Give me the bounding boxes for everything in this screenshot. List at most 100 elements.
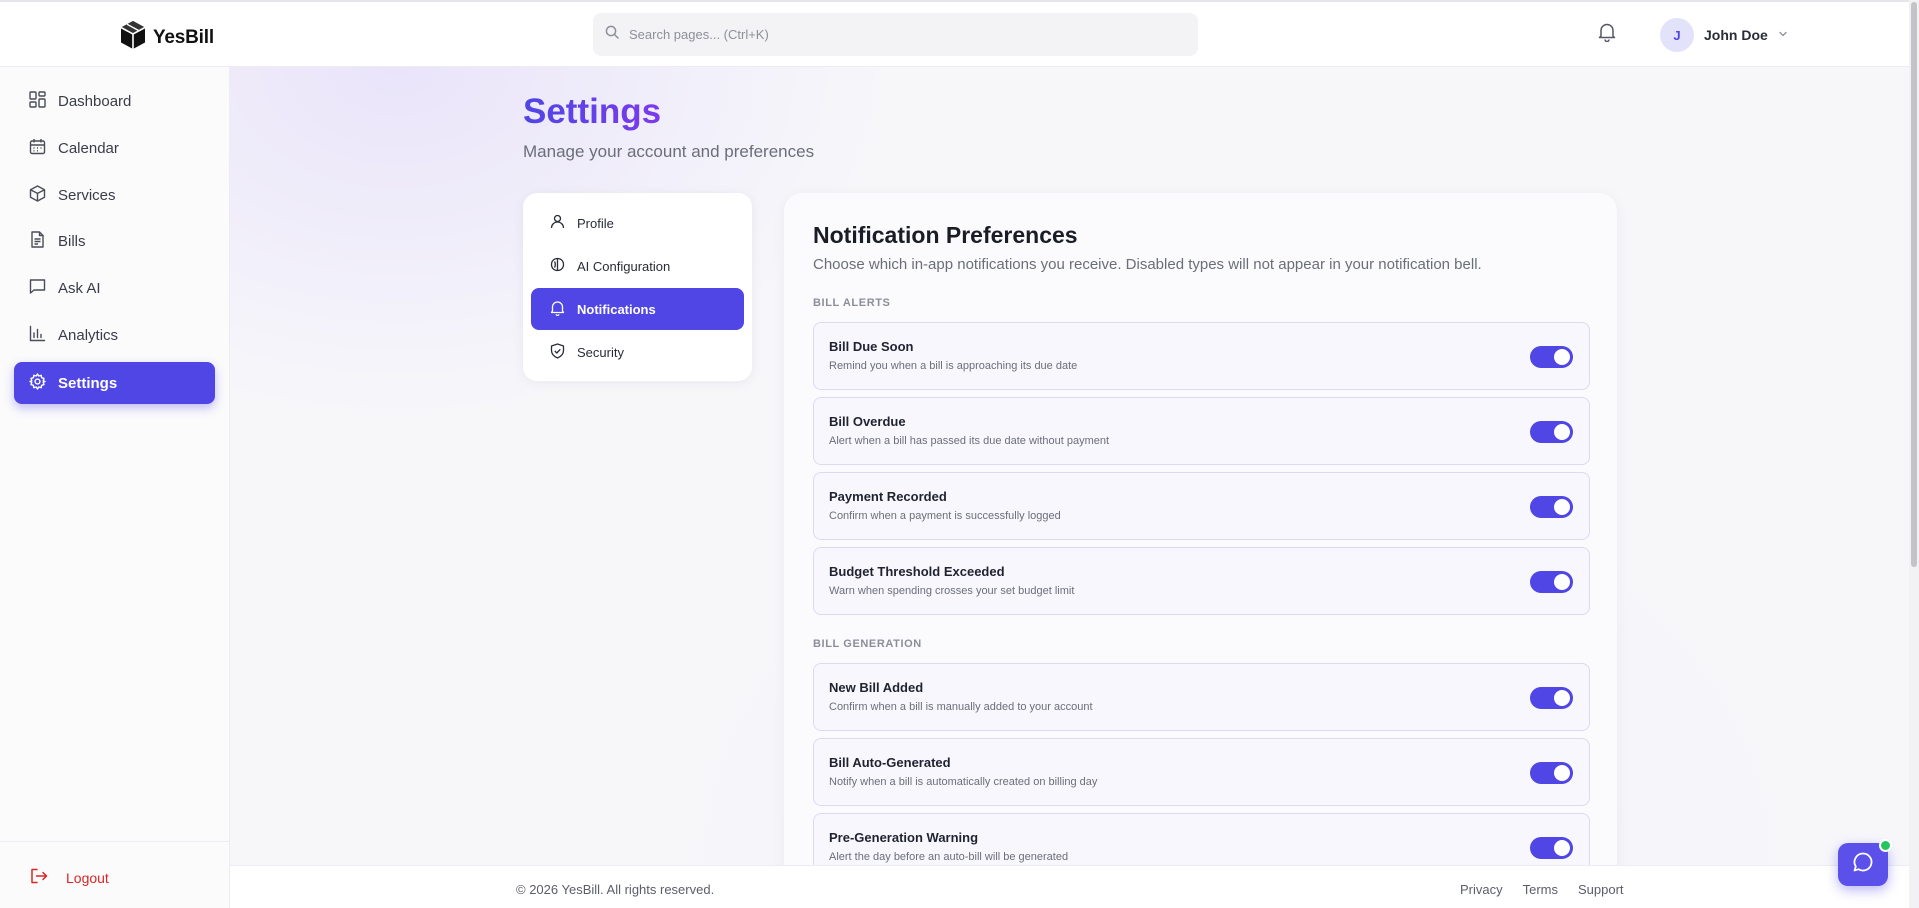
footer-links: Privacy Terms Support (1460, 882, 1624, 897)
shield-icon (550, 342, 565, 362)
logout-label: Logout (66, 869, 109, 886)
pref-row-budget-threshold: Budget Threshold Exceeded Warn when spen… (813, 547, 1590, 615)
pref-row-new-bill-added: New Bill Added Confirm when a bill is ma… (813, 663, 1590, 731)
sidebar-item-services[interactable]: Services (14, 174, 215, 216)
toggle-switch[interactable] (1530, 346, 1573, 368)
support-link[interactable]: Support (1578, 882, 1624, 897)
brain-icon (550, 257, 565, 275)
app-name: YesBill (153, 26, 214, 48)
pref-description: Alert the day before an auto-bill will b… (829, 851, 1069, 863)
user-icon (550, 214, 565, 232)
search-input[interactable] (629, 27, 1189, 42)
pref-row-pre-generation-warning: Pre-Generation Warning Alert the day bef… (813, 813, 1590, 865)
bar-chart-icon (29, 325, 46, 346)
bell-icon (1598, 23, 1616, 46)
chevron-down-icon (1778, 26, 1788, 44)
pref-row-bill-auto-generated: Bill Auto-Generated Notify when a bill i… (813, 738, 1590, 806)
tab-security[interactable]: Security (531, 331, 744, 373)
search-icon (605, 25, 619, 44)
toggle-knob (1554, 840, 1570, 856)
tab-label: Security (577, 344, 624, 360)
logout-area: Logout (0, 841, 230, 908)
scrollbar-thumb[interactable] (1911, 2, 1917, 567)
pref-title: New Bill Added (829, 680, 924, 695)
page-scrollbar[interactable] (1909, 0, 1919, 908)
sidebar-item-label: Ask AI (58, 279, 101, 297)
sidebar-nav: Dashboard Calendar Services Bills Ask AI… (0, 67, 230, 908)
section-title: Notification Preferences (813, 222, 1078, 248)
page-title: Settings (523, 92, 662, 131)
pref-title: Bill Due Soon (829, 339, 914, 354)
group-label-bill-generation: BILL GENERATION (813, 638, 922, 650)
copyright-text: © 2026 YesBill. All rights reserved. (516, 882, 715, 897)
sidebar-item-calendar[interactable]: Calendar (14, 127, 215, 169)
pref-title: Bill Auto-Generated (829, 755, 951, 770)
toggle-knob (1554, 499, 1570, 515)
toggle-knob (1554, 424, 1570, 440)
toggle-switch[interactable] (1530, 762, 1573, 784)
toggle-switch[interactable] (1530, 496, 1573, 518)
page-subtitle: Manage your account and preferences (523, 142, 815, 161)
chat-icon (29, 278, 46, 299)
pref-row-payment-recorded: Payment Recorded Confirm when a payment … (813, 472, 1590, 540)
toggle-knob (1554, 765, 1570, 781)
pref-description: Remind you when a bill is approaching it… (829, 360, 1078, 372)
tab-profile[interactable]: Profile (531, 202, 744, 244)
pref-row-bill-due-soon: Bill Due Soon Remind you when a bill is … (813, 322, 1590, 390)
chat-button[interactable] (1838, 839, 1892, 886)
pref-title: Bill Overdue (829, 414, 906, 429)
toggle-knob (1554, 574, 1570, 590)
pref-description: Warn when spending crosses your set budg… (829, 585, 1075, 597)
calendar-icon (29, 138, 46, 159)
toggle-switch[interactable] (1530, 837, 1573, 859)
cube-logo-icon (119, 20, 147, 55)
toggle-switch[interactable] (1530, 421, 1573, 443)
sidebar-item-label: Analytics (58, 326, 119, 344)
user-menu[interactable]: J John Doe (1660, 18, 1788, 52)
notification-preferences-card: Notification Preferences Choose which in… (784, 193, 1617, 865)
sidebar-item-label: Dashboard (58, 92, 132, 110)
package-icon (29, 184, 46, 206)
sidebar-item-label: Settings (58, 374, 118, 392)
message-circle-icon (1852, 851, 1874, 878)
terms-link[interactable]: Terms (1523, 882, 1558, 897)
pref-description: Alert when a bill has passed its due dat… (829, 435, 1110, 447)
footer: © 2026 YesBill. All rights reserved. Pri… (230, 865, 1909, 908)
sidebar-item-ask-ai[interactable]: Ask AI (14, 267, 215, 309)
logout-button[interactable]: Logout (30, 868, 109, 887)
main-content: Settings Manage your account and prefere… (230, 67, 1909, 865)
online-indicator (1879, 839, 1892, 852)
pref-row-bill-overdue: Bill Overdue Alert when a bill has passe… (813, 397, 1590, 465)
section-description: Choose which in-app notifications you re… (813, 256, 1482, 273)
privacy-link[interactable]: Privacy (1460, 882, 1503, 897)
pref-title: Payment Recorded (829, 489, 947, 504)
toggle-knob (1554, 690, 1570, 706)
bell-icon (550, 300, 565, 319)
sidebar-item-label: Bills (58, 232, 86, 250)
tab-label: Notifications (577, 301, 656, 317)
tab-ai-configuration[interactable]: AI Configuration (531, 245, 744, 287)
avatar: J (1660, 18, 1694, 52)
tab-label: Profile (577, 215, 614, 231)
pref-description: Confirm when a payment is successfully l… (829, 510, 1061, 522)
group-label-bill-alerts: BILL ALERTS (813, 297, 891, 309)
search-bar[interactable] (593, 13, 1198, 56)
tab-notifications[interactable]: Notifications (531, 288, 744, 330)
toggle-switch[interactable] (1530, 687, 1573, 709)
pref-description: Notify when a bill is automatically crea… (829, 776, 1098, 788)
top-header: YesBill J John Doe (0, 0, 1909, 67)
sidebar-item-label: Services (58, 186, 116, 204)
pref-title: Budget Threshold Exceeded (829, 564, 1005, 579)
logout-icon (30, 868, 48, 887)
file-icon (29, 230, 46, 252)
notification-bell-button[interactable] (1598, 22, 1616, 47)
pref-title: Pre-Generation Warning (829, 830, 979, 845)
sidebar-item-settings[interactable]: Settings (14, 362, 215, 404)
app-logo[interactable]: YesBill (119, 20, 214, 55)
sidebar-item-label: Calendar (58, 139, 119, 157)
toggle-switch[interactable] (1530, 571, 1573, 593)
toggle-knob (1554, 349, 1570, 365)
sidebar-item-dashboard[interactable]: Dashboard (14, 80, 215, 122)
sidebar-item-analytics[interactable]: Analytics (14, 314, 215, 356)
sidebar-item-bills[interactable]: Bills (14, 220, 215, 262)
